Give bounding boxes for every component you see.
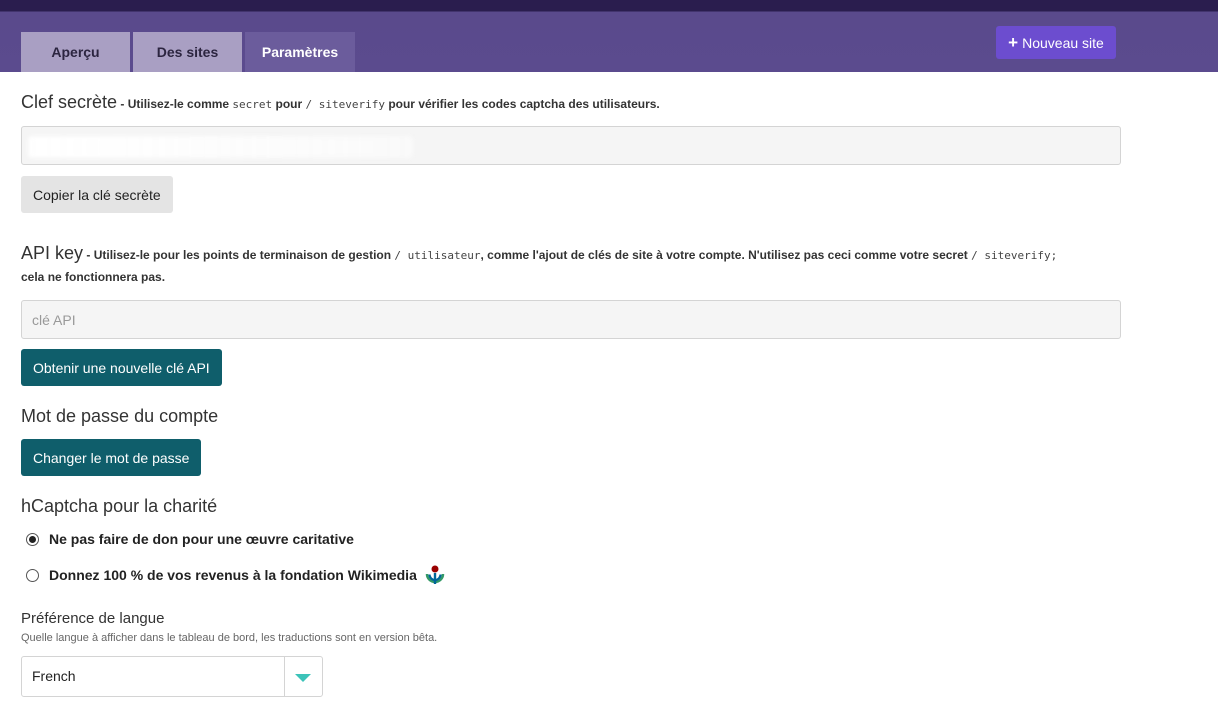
new-site-button[interactable]: + Nouveau site bbox=[996, 26, 1116, 59]
language-select-value: French bbox=[32, 668, 76, 684]
tab-apercu[interactable]: Aperçu bbox=[21, 32, 130, 72]
plus-icon: + bbox=[1008, 33, 1019, 52]
secret-desc-code-secret: secret bbox=[232, 98, 273, 111]
language-preference-subtitle: Quelle langue à afficher dans le tableau… bbox=[21, 632, 438, 644]
new-site-label: Nouveau site bbox=[1022, 34, 1104, 51]
api-key-title: API key bbox=[21, 243, 84, 263]
language-preference-title: Préférence de langue bbox=[21, 610, 165, 627]
language-select[interactable]: French bbox=[21, 656, 323, 697]
api-key-description-line2: cela ne fonctionnera pas. bbox=[21, 270, 166, 284]
secret-key-description: - Utilisez-le comme secret pour / siteve… bbox=[117, 97, 660, 111]
change-password-button[interactable]: Changer le mot de passe bbox=[21, 439, 202, 476]
account-password-title: Mot de passe du compte bbox=[21, 406, 219, 426]
secret-desc-mid: pour bbox=[272, 97, 306, 111]
api-desc-mid2: ceci comme votre secret bbox=[824, 248, 972, 262]
secret-key-title: Clef secrète bbox=[21, 92, 118, 112]
charity-option-no-donation-label: Ne pas faire de don pour une œuvre carit… bbox=[49, 531, 354, 547]
api-key-description: - Utilisez-le pour les points de termina… bbox=[83, 248, 1057, 262]
charity-option-wikimedia[interactable]: Donnez 100 % de vos revenus à la fondati… bbox=[26, 563, 447, 587]
select-divider bbox=[284, 657, 285, 696]
api-key-input[interactable] bbox=[21, 300, 1121, 339]
api-desc-code-utilisateur: / utilisateur bbox=[394, 249, 481, 262]
charity-option-no-donation[interactable]: Ne pas faire de don pour une œuvre carit… bbox=[26, 531, 354, 547]
secret-key-heading: Clef secrète - Utilisez-le comme secret … bbox=[21, 92, 660, 113]
wikimedia-icon bbox=[423, 563, 447, 587]
secret-desc-code-siteverify: / siteverify bbox=[305, 98, 385, 111]
api-desc-bold-pas: pas bbox=[803, 248, 825, 262]
secret-key-redacted-value bbox=[28, 136, 413, 158]
api-desc-prefix: - Utilisez-le pour les points de termina… bbox=[83, 248, 395, 262]
radio-wikimedia[interactable] bbox=[26, 568, 39, 582]
radio-no-donation[interactable] bbox=[26, 532, 39, 546]
charity-title: hCaptcha pour la charité bbox=[21, 496, 218, 516]
copy-secret-key-button[interactable]: Copier la clé secrète bbox=[21, 176, 173, 213]
secret-desc-suffix: pour vérifier les codes captcha des util… bbox=[384, 97, 660, 111]
api-key-heading: API key - Utilisez-le pour les points de… bbox=[21, 243, 1057, 264]
secret-desc-prefix: - Utilisez-le comme bbox=[117, 97, 233, 111]
charity-option-wikimedia-label: Donnez 100 % de vos revenus à la fondati… bbox=[49, 567, 417, 583]
tab-parametres[interactable]: Paramètres bbox=[245, 32, 355, 72]
chevron-down-icon[interactable] bbox=[295, 674, 311, 682]
tab-des-sites[interactable]: Des sites bbox=[133, 32, 242, 72]
api-desc-mid: , comme l'ajout de clés de site à votre … bbox=[480, 248, 804, 262]
api-desc-code-siteverify: / siteverify; bbox=[971, 249, 1058, 262]
get-new-api-key-button[interactable]: Obtenir une nouvelle clé API bbox=[21, 349, 222, 386]
